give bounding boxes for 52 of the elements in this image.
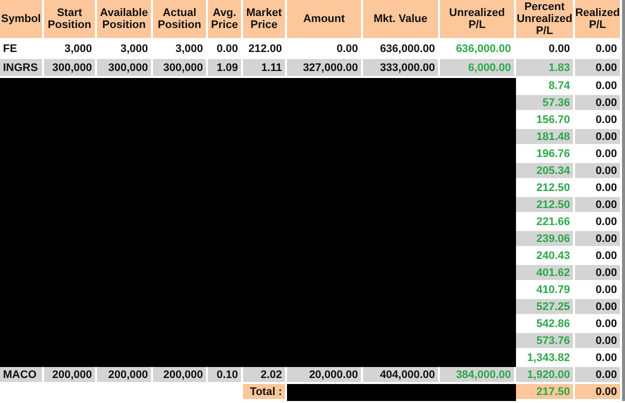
total-cell: 0.00 — [575, 384, 622, 401]
column-header: Market Price — [243, 0, 287, 40]
table-cell: 0.00 — [575, 265, 622, 282]
table-cell: 300,000 — [44, 59, 97, 78]
column-header: Unrealized P/L — [440, 0, 516, 40]
table-cell: 327,000.00 — [287, 59, 363, 78]
column-header: Realized P/L — [575, 0, 622, 40]
table-cell: 0.10 — [208, 367, 243, 384]
table-cell: 0.00 — [575, 59, 622, 78]
table-cell: 573.76 — [516, 333, 575, 350]
table-cell: 0.00 — [575, 163, 622, 180]
column-header: Percent Unrealized P/L — [516, 0, 575, 40]
table-cell: 20,000.00 — [287, 367, 363, 384]
table-cell: INGRS — [0, 59, 44, 78]
column-header: Symbol — [0, 0, 44, 40]
table-cell: 1.83 — [516, 59, 575, 78]
column-header: Mkt. Value — [363, 0, 440, 40]
table-cell: MACO — [0, 367, 44, 384]
table-cell: 200,000 — [44, 367, 97, 384]
table-cell: 6,000.00 — [440, 59, 516, 78]
total-label: Total : — [243, 384, 287, 401]
total-cell: 217.50 — [516, 384, 575, 401]
table-cell: 1,920.00 — [516, 367, 575, 384]
column-header: Start Position — [44, 0, 97, 40]
table-cell: 404,000.00 — [363, 367, 440, 384]
column-header: Avg. Price — [208, 0, 243, 40]
table-cell: 0.00 — [575, 197, 622, 214]
table-cell: 1.11 — [243, 59, 287, 78]
column-header: Amount — [287, 0, 363, 40]
column-header: Actual Position — [153, 0, 208, 40]
table-cell: 300,000 — [97, 59, 153, 78]
table-cell: 384,000.00 — [440, 367, 516, 384]
table-cell: 239.06 — [516, 231, 575, 248]
table-cell: 2.02 — [243, 367, 287, 384]
table-cell: 527.25 — [516, 299, 575, 316]
table-cell: 57.36 — [516, 95, 575, 112]
table-cell: 401.62 — [516, 265, 575, 282]
table-cell: 0.00 — [575, 129, 622, 146]
table-cell: 181.48 — [516, 129, 575, 146]
table-cell: 0.00 — [575, 231, 622, 248]
table-cell: 0.00 — [575, 333, 622, 350]
table-cell: 0.00 — [575, 299, 622, 316]
table-cell: 0.00 — [575, 367, 622, 384]
table-cell: 205.34 — [516, 163, 575, 180]
table-cell: 212.50 — [516, 197, 575, 214]
table-cell: 333,000.00 — [363, 59, 440, 78]
table-cell: 1.09 — [208, 59, 243, 78]
table-cell: 0.00 — [575, 95, 622, 112]
table-cell: 200,000 — [153, 367, 208, 384]
column-header: Available Position — [97, 0, 153, 40]
table-cell: 200,000 — [97, 367, 153, 384]
table-cell: 300,000 — [153, 59, 208, 78]
